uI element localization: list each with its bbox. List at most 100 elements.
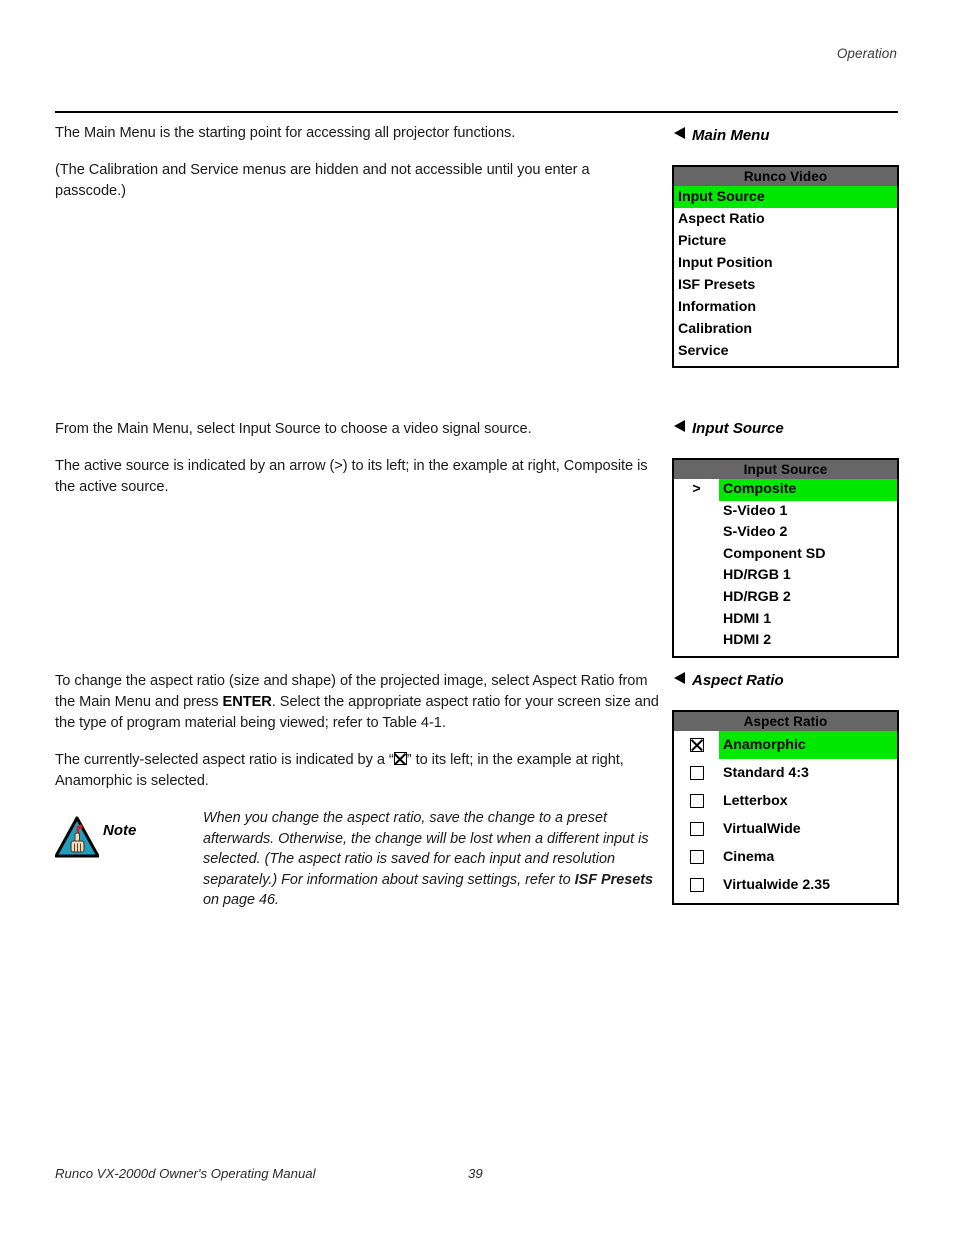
osd-item-label: Virtualwide 2.35 [723,877,830,893]
section-input-source-text: From the Main Menu, select Input Source … [55,419,660,514]
side-heading-aspect-ratio: Aspect Ratio [674,672,784,689]
checked-box-icon [393,752,407,765]
osd-item-label: HDMI 2 [723,632,772,649]
osd-menu-item[interactable]: HD/RGB 2 [674,586,897,609]
osd-menu-item[interactable]: Calibration [674,318,897,340]
note-text-part: on page 46. [203,892,280,908]
osd-title-bar: Input Source [674,460,897,479]
osd-menu-item[interactable]: HDMI 1 [674,608,897,631]
checkbox-unchecked-icon[interactable] [689,794,704,808]
checkbox-unchecked-icon[interactable] [689,850,704,864]
osd-title-bar: Runco Video [674,167,897,186]
osd-input-source-menu: Input Source > Composite S-Video 1 S-Vid… [672,458,899,659]
osd-item-list: Anamorphic Standard 4:3 Letterbox Virtua… [674,731,897,903]
section-aspect-ratio-text: To change the aspect ratio (size and sha… [55,671,660,808]
osd-menu-item[interactable]: Picture [674,230,897,252]
checkbox-unchecked-icon[interactable] [689,766,704,780]
paragraph: From the Main Menu, select Input Source … [55,421,532,437]
osd-item-label: Anamorphic [719,731,897,759]
osd-item-list: > Composite S-Video 1 S-Video 2 Componen… [674,479,897,657]
osd-item-label: Cinema [723,849,775,865]
left-triangle-icon [674,420,685,432]
side-heading-label: Aspect Ratio [692,672,784,689]
osd-menu-item[interactable]: S-Video 1 [674,500,897,523]
side-heading-label: Main Menu [692,127,770,144]
side-heading-input-source: Input Source [674,420,784,437]
active-source-arrow-icon: > [674,479,719,501]
paragraph: To change the aspect ratio (size and sha… [55,671,660,734]
osd-item-label: HDMI 1 [723,610,772,627]
osd-item-label: Component SD [723,545,826,562]
osd-menu-item[interactable]: S-Video 2 [674,522,897,544]
left-triangle-icon [674,672,685,684]
enter-key-emphasis: ENTER [222,694,272,710]
checkbox-cell[interactable] [674,759,719,787]
osd-menu-item[interactable]: ISF Presets [674,274,897,296]
arrow-gutter [674,500,719,523]
osd-title-bar: Aspect Ratio [674,712,897,731]
osd-menu-item[interactable]: Letterbox [674,787,897,815]
osd-menu-item[interactable]: HDMI 2 [674,630,897,657]
osd-item-label: Input Position [678,255,773,271]
checkbox-unchecked-icon[interactable] [689,822,704,836]
osd-menu-item[interactable]: VirtualWide [674,815,897,843]
left-triangle-icon [674,127,685,139]
arrow-gutter [674,565,719,587]
checkbox-unchecked-icon[interactable] [689,878,704,892]
osd-item-label: Composite [719,479,897,501]
arrow-gutter [674,543,719,566]
note-text: When you change the aspect ratio, save t… [203,808,658,911]
osd-menu-item[interactable]: Virtualwide 2.35 [674,871,897,903]
note-hand-reminder-icon [55,816,99,858]
osd-aspect-ratio-menu: Aspect Ratio Anamorphic Standard 4:3 Let… [672,710,899,905]
paragraph: The active source is indicated by an arr… [55,458,648,495]
osd-item-label: HD/RGB 2 [723,588,791,605]
osd-item-label: Standard 4:3 [723,765,809,781]
header-rule [55,111,898,113]
checkbox-cell[interactable] [674,843,719,871]
osd-menu-item[interactable]: Service [674,340,897,366]
osd-item-label: Calibration [678,321,753,337]
checkbox-cell[interactable] [674,731,719,759]
osd-menu-item[interactable]: Input Source [674,186,897,208]
arrow-gutter [674,608,719,631]
osd-menu-item[interactable]: Input Position [674,252,897,274]
checkbox-checked-icon[interactable] [689,738,704,752]
paragraph: (The Calibration and Service menus are h… [55,162,590,199]
osd-item-label: VirtualWide [723,821,801,837]
footer-page-number: 39 [468,1166,483,1181]
osd-menu-item[interactable]: Information [674,296,897,318]
footer-manual-title: Runco VX-2000d Owner's Operating Manual [55,1166,316,1181]
osd-menu-item[interactable]: Anamorphic [674,731,897,759]
osd-menu-item[interactable]: Cinema [674,843,897,871]
osd-item-label: Input Source [674,186,897,208]
osd-item-list: Input Source Aspect Ratio Picture Input … [674,186,897,366]
side-heading-label: Input Source [692,420,784,437]
arrow-gutter [674,630,719,657]
osd-item-label: S-Video 1 [723,502,788,519]
osd-item-label: Service [678,343,729,359]
isf-presets-reference: ISF Presets [574,871,654,888]
paragraph-text: The currently-selected aspect ratio is i… [55,752,394,768]
checkbox-cell[interactable] [674,815,719,843]
arrow-gutter [674,522,719,544]
checkbox-cell[interactable] [674,871,719,903]
osd-item-label: Information [678,299,757,315]
osd-menu-item[interactable]: HD/RGB 1 [674,565,897,587]
osd-item-label: Aspect Ratio [678,211,765,227]
osd-item-label: Picture [678,233,727,249]
section-main-menu-text: The Main Menu is the starting point for … [55,123,660,218]
osd-menu-item[interactable]: Aspect Ratio [674,208,897,230]
osd-item-label: HD/RGB 1 [723,567,791,584]
paragraph: The Main Menu is the starting point for … [55,125,516,141]
osd-menu-item[interactable]: > Composite [674,479,897,501]
running-header: Operation [836,46,897,61]
paragraph: The currently-selected aspect ratio is i… [55,750,660,792]
document-page: Operation The Main Menu is the starting … [0,0,954,1235]
osd-item-label: ISF Presets [678,277,756,293]
note-label: Note [103,822,137,839]
osd-menu-item[interactable]: Component SD [674,543,897,566]
osd-menu-item[interactable]: Standard 4:3 [674,759,897,787]
checkbox-cell[interactable] [674,787,719,815]
osd-main-menu: Runco Video Input Source Aspect Ratio Pi… [672,165,899,368]
